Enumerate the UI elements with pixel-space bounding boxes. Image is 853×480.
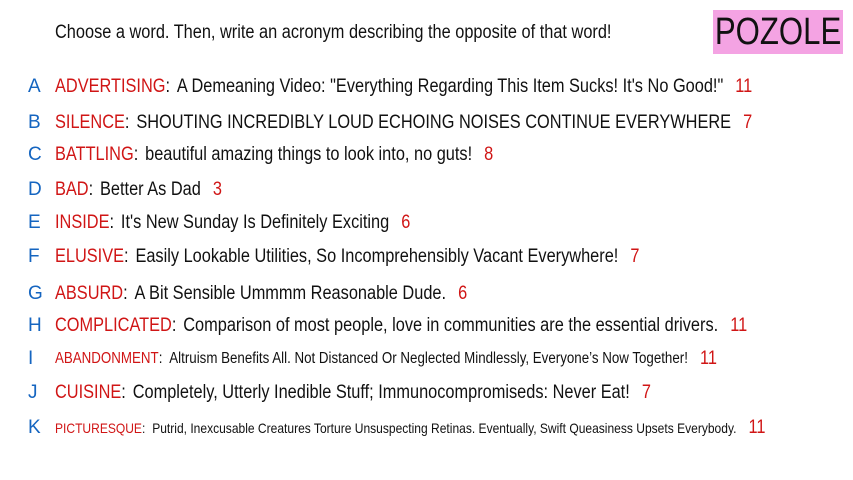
word-separator: : bbox=[141, 420, 146, 436]
acronym-text: Putrid, Inexcusable Creatures Torture Un… bbox=[152, 420, 737, 436]
acronym-row: K PICTURESQUE: Putrid, Inexcusable Creatur… bbox=[0, 415, 853, 441]
acronym-row: H COMPLICATED: Comparison of most people, … bbox=[0, 313, 853, 339]
word-separator: : bbox=[124, 112, 130, 133]
word-separator: : bbox=[123, 283, 128, 304]
row-letter: K bbox=[28, 417, 41, 438]
chosen-word: ABSURD bbox=[55, 283, 124, 304]
acronym-text: Completely, Utterly Inedible Stuff; Immu… bbox=[132, 382, 630, 403]
chosen-word: INSIDE bbox=[55, 212, 110, 233]
acronym-text: Better As Dad bbox=[100, 179, 201, 200]
acronym-text: Altruism Benefits All. Not Distanced Or … bbox=[169, 350, 688, 367]
word-separator: : bbox=[158, 350, 163, 367]
row-content: BATTLING: beautiful amazing things to loo… bbox=[55, 144, 493, 166]
chosen-word: ABANDONMENT bbox=[55, 350, 159, 367]
acronym-text: Easily Lookable Utilities, So Incomprehe… bbox=[135, 246, 619, 267]
chosen-word: CUISINE bbox=[55, 382, 122, 403]
letter-count: 3 bbox=[212, 179, 222, 200]
letter-count: 6 bbox=[458, 283, 468, 304]
word-separator: : bbox=[88, 179, 94, 200]
letter-count: 11 bbox=[730, 315, 748, 336]
letter-count: 11 bbox=[699, 348, 717, 369]
row-content: SILENCE: SHOUTING INCREDIBLY LOUD ECHOING… bbox=[55, 112, 752, 134]
row-letter: A bbox=[28, 76, 41, 97]
name-badge: POZOLE bbox=[713, 10, 843, 54]
row-letter: F bbox=[28, 246, 40, 267]
chosen-word: ADVERTISING bbox=[55, 76, 166, 97]
acronym-row: D BAD: Better As Dad 3 bbox=[0, 177, 853, 203]
acronym-text: A Bit Sensible Ummmm Reasonable Dude. bbox=[134, 283, 447, 304]
word-separator: : bbox=[109, 212, 115, 233]
row-letter: C bbox=[28, 144, 42, 165]
row-letter: E bbox=[28, 212, 41, 233]
letter-count: 7 bbox=[743, 112, 753, 133]
acronym-row: J CUISINE: Completely, Utterly Inedible St… bbox=[0, 380, 853, 406]
acronym-row: I ABANDONMENT: Altruism Benefits All. Not … bbox=[0, 346, 853, 372]
acronym-row: A ADVERTISING: A Demeaning Video: "Everyth… bbox=[0, 74, 853, 100]
row-letter: D bbox=[28, 179, 42, 200]
row-content: PICTURESQUE: Putrid, Inexcusable Creature… bbox=[55, 417, 765, 439]
acronym-text: It's New Sunday Is Definitely Exciting bbox=[120, 212, 390, 233]
acronym-text: SHOUTING INCREDIBLY LOUD ECHOING NOISES … bbox=[136, 112, 732, 133]
name-badge-label: POZOLE bbox=[714, 10, 842, 53]
letter-count: 7 bbox=[630, 246, 640, 267]
letter-count: 8 bbox=[484, 144, 494, 165]
chosen-word: ELUSIVE bbox=[55, 246, 125, 267]
row-content: ADVERTISING: A Demeaning Video: "Everythi… bbox=[55, 76, 752, 98]
word-separator: : bbox=[133, 144, 139, 165]
row-content: COMPLICATED: Comparison of most people, l… bbox=[55, 315, 747, 337]
acronym-row: G ABSURD: A Bit Sensible Ummmm Reasonable … bbox=[0, 281, 853, 307]
row-content: BAD: Better As Dad 3 bbox=[55, 179, 222, 201]
letter-count: 11 bbox=[748, 417, 766, 438]
row-letter: I bbox=[28, 348, 34, 369]
acronym-row: F ELUSIVE: Easily Lookable Utilities, So I… bbox=[0, 244, 853, 270]
chosen-word: SILENCE bbox=[55, 112, 125, 133]
word-separator: : bbox=[121, 382, 126, 403]
acronym-text: A Demeaning Video: "Everything Regarding… bbox=[176, 76, 724, 97]
row-content: ABSURD: A Bit Sensible Ummmm Reasonable D… bbox=[55, 283, 467, 305]
chosen-word: BAD bbox=[55, 179, 89, 200]
acronym-row: E INSIDE: It's New Sunday Is Definitely Ex… bbox=[0, 210, 853, 236]
acronym-text: Comparison of most people, love in commu… bbox=[183, 315, 719, 336]
row-content: CUISINE: Completely, Utterly Inedible Stu… bbox=[55, 382, 651, 404]
row-content: INSIDE: It's New Sunday Is Definitely Exc… bbox=[55, 212, 410, 234]
row-letter: H bbox=[28, 315, 42, 336]
chosen-word: PICTURESQUE bbox=[55, 420, 142, 436]
acronym-row: B SILENCE: SHOUTING INCREDIBLY LOUD ECHOIN… bbox=[0, 110, 853, 136]
acronym-row: C BATTLING: beautiful amazing things to lo… bbox=[0, 142, 853, 168]
letter-count: 6 bbox=[401, 212, 411, 233]
instructions-text: Choose a word. Then, write an acronym de… bbox=[55, 22, 612, 43]
acronym-text: beautiful amazing things to look into, n… bbox=[145, 144, 473, 165]
row-letter: B bbox=[28, 112, 41, 133]
chosen-word: BATTLING bbox=[55, 144, 134, 165]
row-letter: G bbox=[28, 283, 43, 304]
row-content: ABANDONMENT: Altruism Benefits All. Not D… bbox=[55, 348, 717, 370]
word-separator: : bbox=[171, 315, 177, 336]
row-letter: J bbox=[28, 382, 38, 403]
word-separator: : bbox=[165, 76, 171, 97]
letter-count: 11 bbox=[735, 76, 753, 97]
chosen-word: COMPLICATED bbox=[55, 315, 172, 336]
row-content: ELUSIVE: Easily Lookable Utilities, So In… bbox=[55, 246, 639, 268]
letter-count: 7 bbox=[641, 382, 651, 403]
word-separator: : bbox=[124, 246, 129, 267]
